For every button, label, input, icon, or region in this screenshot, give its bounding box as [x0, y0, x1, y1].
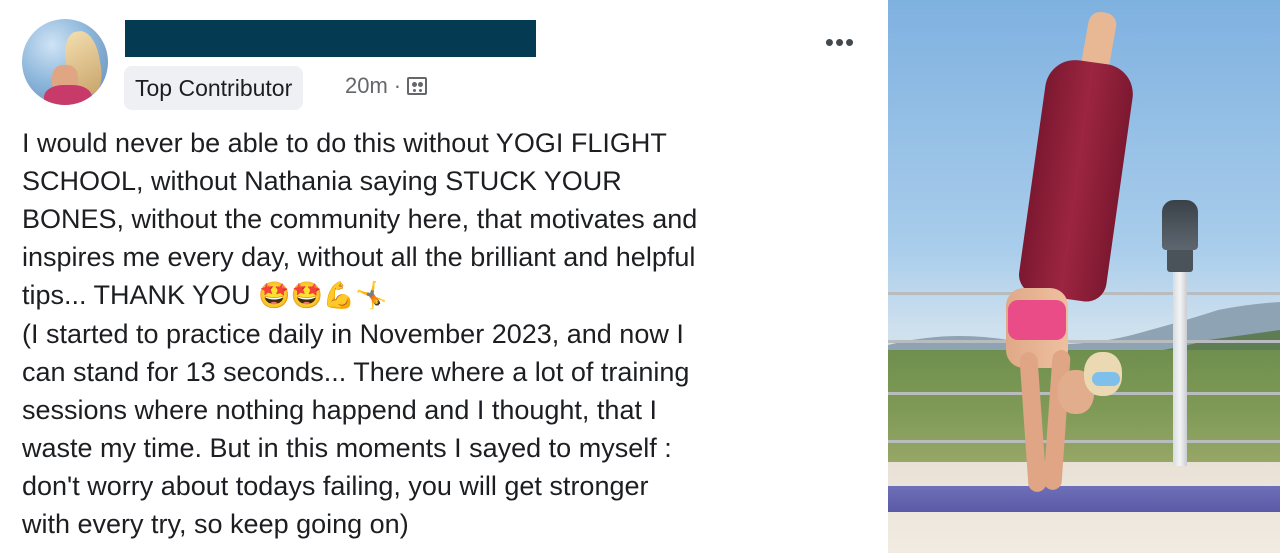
post-photo[interactable]: [888, 0, 1280, 553]
lamp-head: [1162, 200, 1198, 250]
author-name-redacted[interactable]: [125, 20, 536, 57]
post-meta: 20m ·: [345, 71, 428, 101]
person-legs: [1016, 56, 1137, 305]
post-text-line: BONES, without the community here, that …: [22, 204, 698, 234]
post-text-line: sessions where nothing happend and I tho…: [22, 395, 657, 425]
lamp-base: [1167, 248, 1193, 272]
post-text-line: SCHOOL, without Nathania saying STUCK YO…: [22, 166, 622, 196]
person-scrunchie: [1092, 372, 1120, 386]
railing-bar: [888, 340, 1280, 343]
lamp-post: [1173, 270, 1187, 466]
post-card: Top Contributor 20m · ••• I would never …: [0, 0, 872, 553]
post-text-line: can stand for 13 seconds... There where …: [22, 357, 690, 387]
meta-separator: ·: [393, 73, 402, 98]
post-text-line: don't worry about todays failing, you wi…: [22, 471, 649, 501]
avatar[interactable]: [22, 19, 108, 105]
post-text-segment: tips... THANK YOU: [22, 280, 251, 310]
group-icon: [407, 77, 428, 95]
post-text-line: waste my time. But in this moments I say…: [22, 433, 672, 463]
post-timestamp[interactable]: 20m: [345, 71, 388, 101]
person-top: [1008, 300, 1066, 340]
avatar-top-shape: [44, 85, 92, 105]
post-text-line: with every try, so keep going on): [22, 509, 409, 539]
post-text: I would never be able to do this without…: [22, 124, 867, 543]
post-text-line: (I started to practice daily in November…: [22, 319, 684, 349]
post-text-line: inspires me every day, without all the b…: [22, 242, 696, 272]
railing-bar: [888, 440, 1280, 443]
emoji-group: 🤩🤩💪🤸: [258, 281, 388, 311]
top-contributor-badge: Top Contributor: [124, 66, 304, 110]
post-text-line-with-emojis: tips... THANK YOU 🤩🤩💪🤸: [22, 276, 867, 315]
post-text-line: I would never be able to do this without…: [22, 128, 667, 158]
more-options-button[interactable]: •••: [818, 27, 862, 57]
yoga-mat: [888, 486, 1280, 512]
